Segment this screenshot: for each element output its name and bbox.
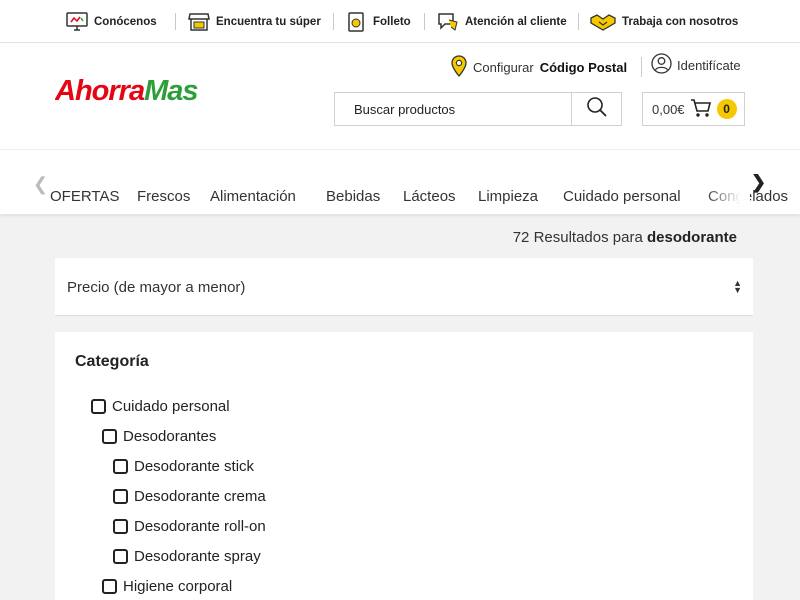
filter-option-label: Higiene corporal	[123, 578, 233, 595]
sort-arrows-icon: ▲ ▼	[733, 278, 742, 295]
search-box	[334, 92, 622, 126]
search-input[interactable]	[335, 93, 573, 125]
login-label: Identifícate	[677, 57, 741, 73]
filter-option-label: Cuidado personal	[112, 398, 230, 415]
chat-icon	[437, 12, 459, 32]
search-button[interactable]	[571, 93, 621, 125]
category-nav: ❮ OFERTAS Frescos Alimentación Bebidas L…	[0, 149, 800, 214]
checkbox[interactable]	[102, 429, 117, 444]
checkbox[interactable]	[113, 519, 128, 534]
topbar-link-encuentra[interactable]: Encuentra tu súper	[188, 10, 321, 34]
search-icon	[586, 96, 608, 123]
category-lacteos[interactable]: Lácteos	[403, 188, 456, 205]
cart-icon	[690, 98, 712, 121]
sort-select[interactable]: Precio (de mayor a menor) ▲ ▼	[55, 258, 753, 316]
monitor-icon	[66, 12, 88, 32]
checkbox[interactable]	[102, 579, 117, 594]
location-pin-icon	[451, 54, 467, 80]
leaflet-icon	[345, 12, 367, 32]
filter-title: Categoría	[75, 353, 149, 370]
topbar-link-folleto[interactable]: Folleto	[345, 10, 411, 34]
topbar-link-label: Trabaja con nosotros	[622, 16, 739, 28]
category-limpieza[interactable]: Limpieza	[478, 188, 538, 205]
topbar-link-label: Conócenos	[94, 16, 157, 28]
results-count: 72 Resultados para desodorante	[513, 229, 737, 246]
filter-option-label: Desodorante crema	[134, 488, 266, 505]
category-frescos[interactable]: Frescos	[137, 188, 190, 205]
user-icon	[651, 53, 672, 77]
store-icon	[188, 12, 210, 32]
category-bebidas[interactable]: Bebidas	[326, 188, 380, 205]
cart-total: 0,00€	[652, 101, 685, 117]
filter-option-cuidado-personal[interactable]: Cuidado personal	[91, 398, 230, 415]
filter-option-desodorante-spray[interactable]: Desodorante spray	[113, 548, 261, 565]
filter-option-desodorante-stick[interactable]: Desodorante stick	[113, 458, 254, 475]
category-filter-panel: Categoría Cuidado personal Desodorantes …	[55, 332, 753, 600]
filter-option-label: Desodorante spray	[134, 548, 261, 565]
filter-option-label: Desodorantes	[123, 428, 217, 445]
handshake-icon	[590, 12, 616, 32]
checkbox[interactable]	[113, 489, 128, 504]
ahorramas-logo[interactable]: AhorraMas	[54, 70, 247, 110]
sort-selected-value: Precio (de mayor a menor)	[67, 279, 246, 296]
top-utility-bar: Conócenos Encuentra tu súper Folleto Ate…	[0, 0, 800, 43]
postal-prefix: Configurar	[473, 59, 534, 75]
topbar-link-label: Encuentra tu súper	[216, 16, 321, 28]
category-cuidado-personal[interactable]: Cuidado personal	[563, 188, 681, 205]
category-alimentacion[interactable]: Alimentación	[210, 188, 296, 205]
topbar-link-atencion[interactable]: Atención al cliente	[437, 10, 567, 34]
chevron-left-icon[interactable]: ❮	[33, 174, 48, 195]
topbar-link-trabaja[interactable]: Trabaja con nosotros	[590, 10, 738, 34]
site-header: AhorraMas Configurar Código Postal Ident…	[0, 43, 800, 149]
topbar-divider	[333, 13, 334, 30]
header-divider	[641, 57, 642, 77]
filter-option-desodorante-roll-on[interactable]: Desodorante roll-on	[113, 518, 266, 535]
checkbox[interactable]	[113, 549, 128, 564]
checkbox[interactable]	[113, 459, 128, 474]
cart-count-badge: 0	[716, 99, 737, 119]
filter-option-desodorante-crema[interactable]: Desodorante crema	[113, 488, 266, 505]
filter-option-higiene-corporal[interactable]: Higiene corporal	[102, 578, 232, 595]
nav-fade	[705, 180, 750, 214]
topbar-link-conocenos[interactable]: Conócenos	[66, 10, 157, 34]
results-count-text: 72 Resultados para	[512, 229, 643, 246]
category-ofertas[interactable]: OFERTAS	[50, 188, 119, 205]
logo-text: AhorraMas	[55, 75, 198, 107]
chevron-right-icon[interactable]: ❯	[751, 172, 766, 193]
topbar-divider	[175, 13, 176, 30]
login-link[interactable]: Identifícate	[651, 53, 741, 77]
checkbox[interactable]	[91, 399, 106, 414]
results-query: desodorante	[646, 229, 737, 246]
postal-code-config[interactable]: Configurar Código Postal	[451, 54, 628, 80]
postal-bold: Código Postal	[539, 59, 628, 75]
cart-button[interactable]: 0,00€ 0	[642, 92, 745, 126]
topbar-divider	[424, 13, 425, 30]
topbar-divider	[578, 13, 579, 30]
filter-option-label: Desodorante roll-on	[134, 518, 266, 535]
filter-option-label: Desodorante stick	[134, 458, 255, 475]
filter-option-desodorantes[interactable]: Desodorantes	[102, 428, 216, 445]
topbar-link-label: Atención al cliente	[465, 16, 567, 28]
topbar-link-label: Folleto	[373, 16, 411, 28]
